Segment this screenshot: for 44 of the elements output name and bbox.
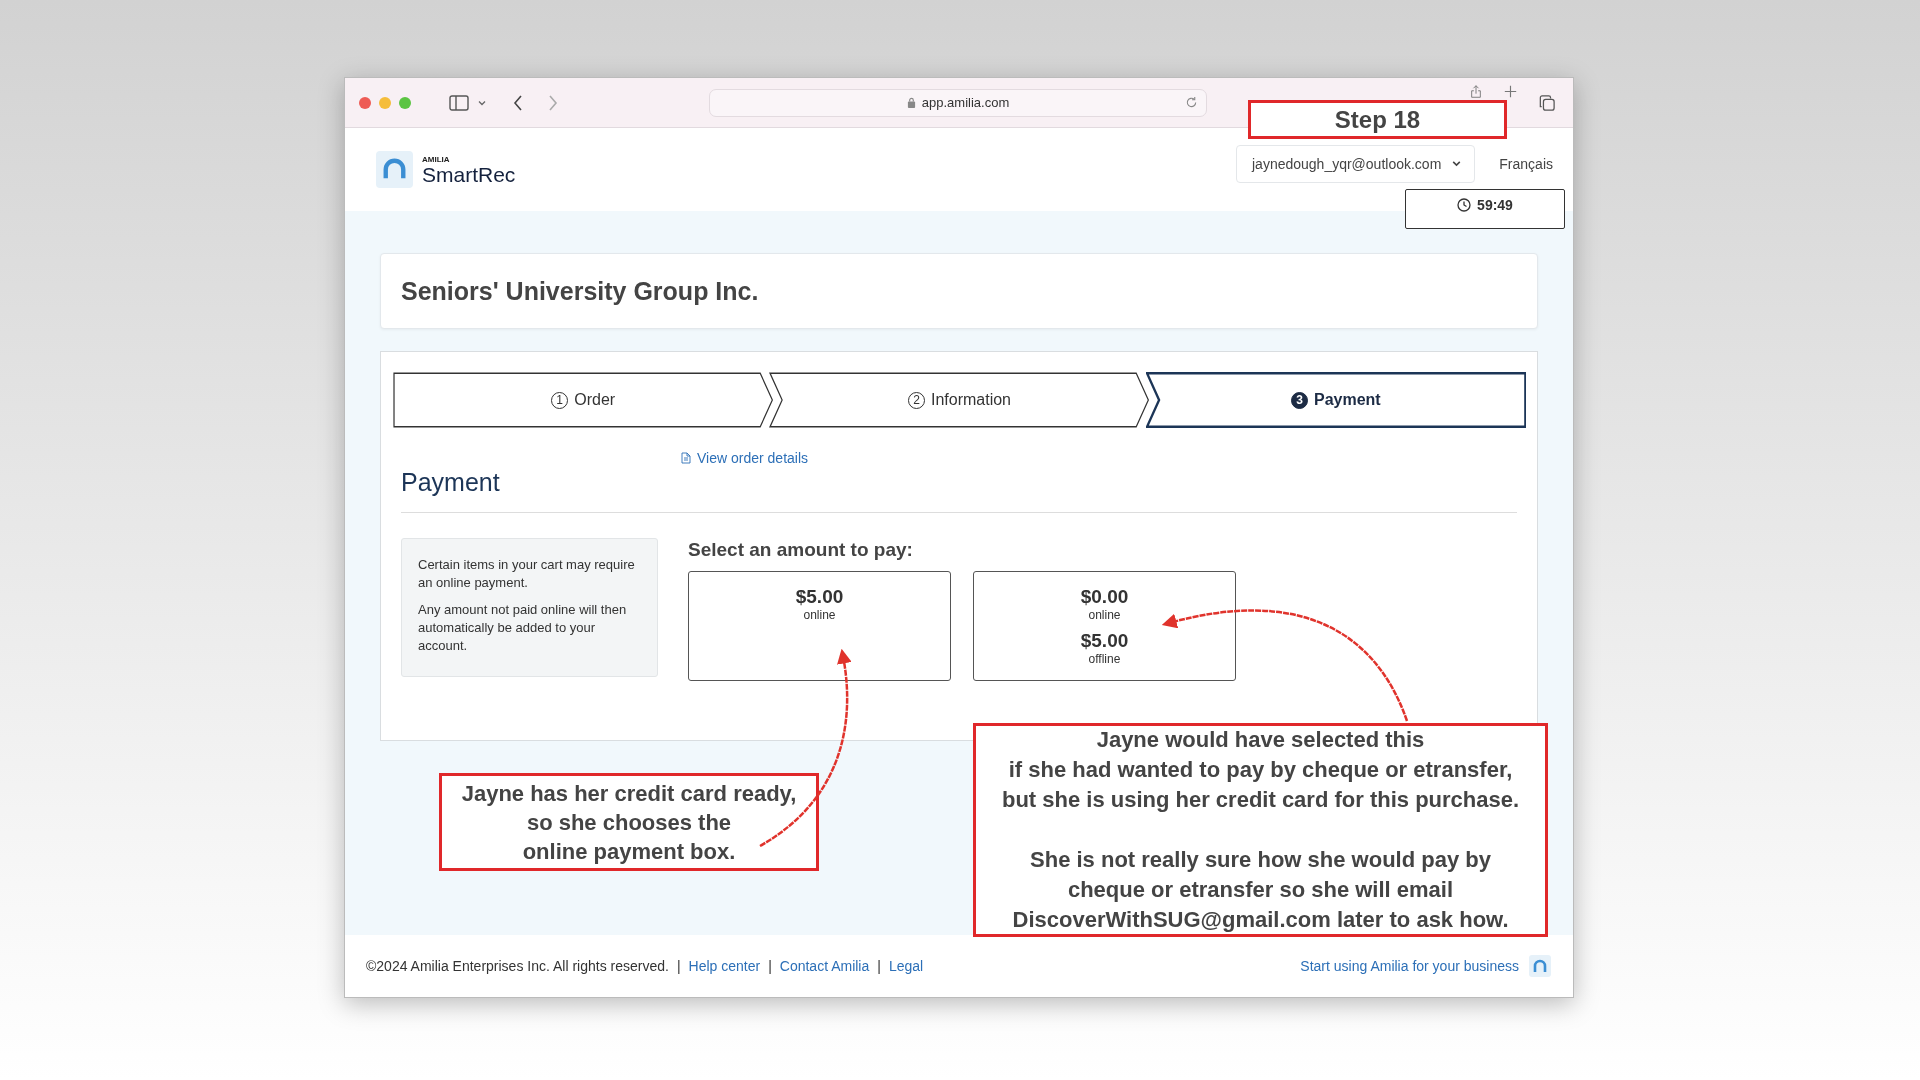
step-tab[interactable]: 1 Order <box>393 372 774 428</box>
amount-option[interactable]: $0.00 online $5.00 offline <box>973 571 1236 681</box>
annotation-text: She is not really sure how she would pay by cheque or etransfer so she will email DiscoverWithSUG@gmail.com later to ask how. <box>1012 846 1509 934</box>
language-link[interactable]: Français <box>1499 155 1553 172</box>
close-icon[interactable] <box>359 96 371 109</box>
amount-prompt: Select an amount to pay: <box>688 539 914 561</box>
info-text: Any amount not paid online will then automatically be added to your account. <box>418 601 628 655</box>
section-title: Payment <box>401 468 501 497</box>
footer-link[interactable]: Legal <box>888 958 924 974</box>
timer-text: 59:49 <box>1477 197 1513 213</box>
footer-link[interactable]: Contact Amilia <box>779 958 870 974</box>
amount-option[interactable]: $5.00 online <box>688 571 951 681</box>
separator: | <box>877 958 881 974</box>
plus-icon[interactable] <box>1504 85 1517 98</box>
brand-caption: AMILIA <box>422 154 451 164</box>
forward-icon[interactable] <box>548 94 558 111</box>
separator: | <box>768 958 772 974</box>
organization-name: Seniors' University Group Inc. <box>401 276 759 306</box>
logo-icon[interactable] <box>376 151 413 188</box>
lock-icon <box>906 97 916 108</box>
view-order-link[interactable]: View order details <box>681 450 809 466</box>
step-tab[interactable]: 2 Information <box>769 372 1150 428</box>
reload-icon[interactable] <box>1185 96 1198 109</box>
document-icon <box>681 452 691 464</box>
copyright-text: ©2024 Amilia Enterprises Inc. All rights reserved. <box>366 958 669 974</box>
zoom-icon[interactable] <box>399 96 411 109</box>
info-text: Certain items in your cart may require an online payment. <box>418 556 636 592</box>
account-dropdown[interactable]: jaynedough_yqr@outlook.com <box>1236 144 1476 183</box>
annotation-text: Jayne would have selected this if she had wanted to pay by cheque or etransfer, but she is using her credit card for this purchase. <box>1001 726 1520 814</box>
annotation-text: Step 18 <box>1334 105 1421 134</box>
clock-icon <box>1457 198 1472 212</box>
address-bar[interactable]: app.amilia.com <box>709 88 1207 117</box>
business-link[interactable]: Start using Amilia for your business <box>1300 958 1519 974</box>
logo-icon[interactable] <box>1529 955 1551 977</box>
annotation-text: Jayne has her credit card ready, so she chooses the online payment box. <box>461 779 797 866</box>
tabs-icon[interactable] <box>1539 95 1555 111</box>
sidebar-icon[interactable] <box>449 94 469 111</box>
step-tab[interactable]: 3 Payment <box>1145 372 1526 428</box>
brand-name: SmartRec <box>422 163 516 185</box>
back-icon[interactable] <box>513 94 523 111</box>
share-icon[interactable] <box>1470 85 1482 98</box>
url-text: app.amilia.com <box>921 95 1010 110</box>
footer-link[interactable]: Help center <box>688 958 761 974</box>
separator: | <box>676 958 681 974</box>
